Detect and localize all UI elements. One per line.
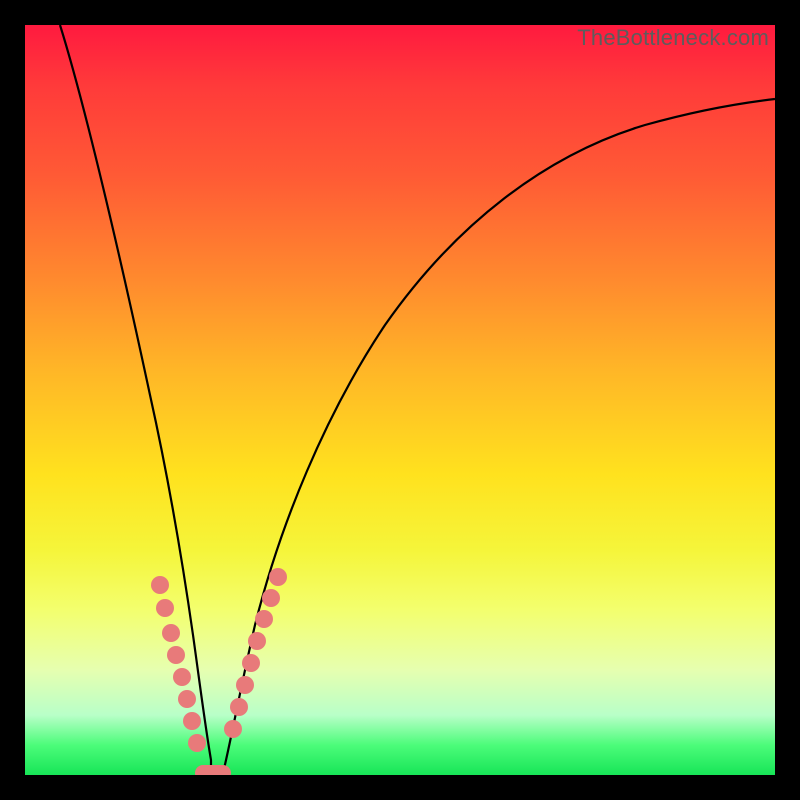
plot-area: TheBottleneck.com (25, 25, 775, 775)
bottleneck-curve (60, 25, 775, 773)
chart-frame: TheBottleneck.com (0, 0, 800, 800)
left-branch-dots (151, 576, 206, 752)
watermark-label: TheBottleneck.com (577, 25, 769, 51)
chart-svg (25, 25, 775, 775)
right-branch-dots (224, 568, 287, 738)
bottom-pill (195, 765, 231, 775)
